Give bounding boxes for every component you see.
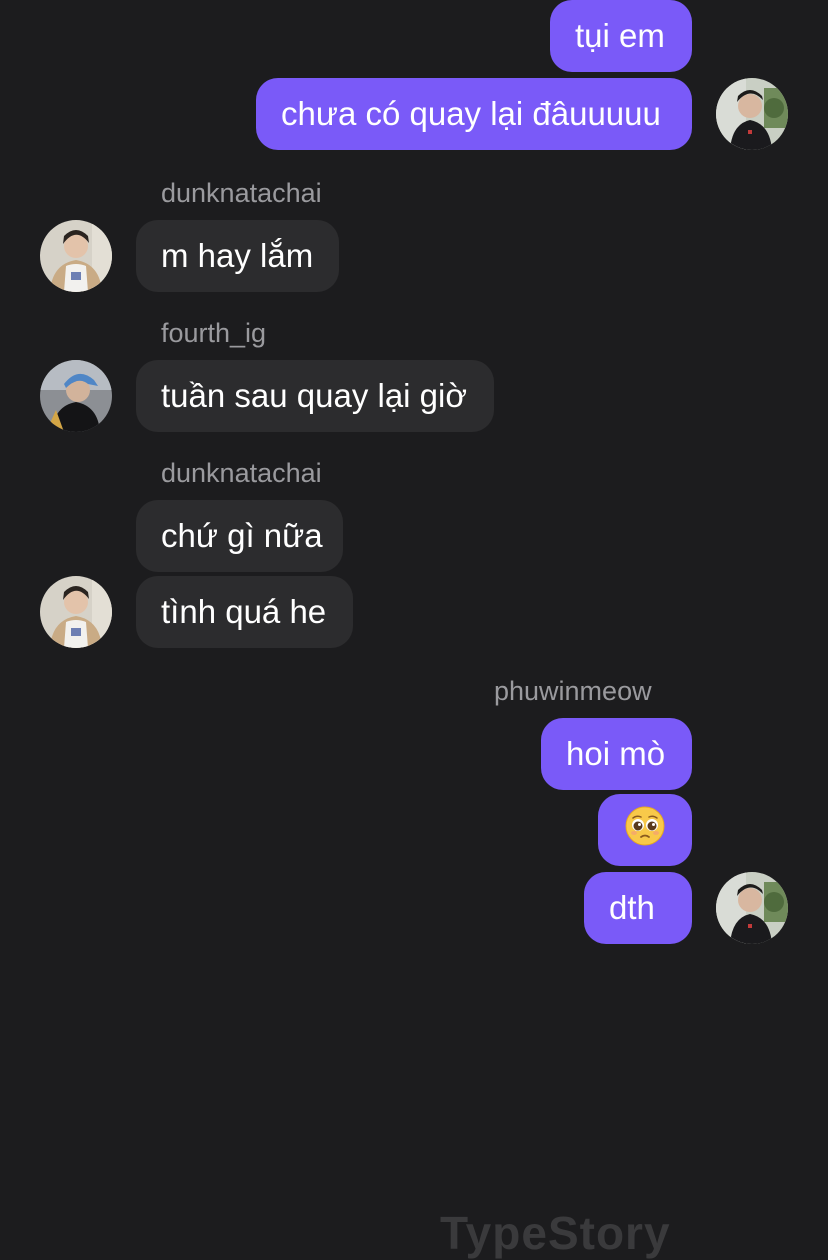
message-bubble-outgoing[interactable]: hoi mò bbox=[541, 718, 692, 790]
message-bubble-incoming[interactable]: chứ gì nữa bbox=[136, 500, 343, 572]
watermark: TypeStory bbox=[440, 1207, 671, 1259]
message-text: m hay lắm bbox=[161, 237, 314, 274]
pleading-face-emoji-icon bbox=[625, 806, 665, 854]
avatar-dunknatachai-icon[interactable] bbox=[40, 576, 112, 648]
sender-name: dunknatachai bbox=[161, 178, 322, 208]
avatar-fourth-ig-icon[interactable] bbox=[40, 360, 112, 432]
avatar-phuwinmeow-icon[interactable] bbox=[716, 872, 788, 944]
sender-name: phuwinmeow bbox=[494, 676, 652, 706]
sender-name: fourth_ig bbox=[161, 318, 267, 348]
message-text: tuần sau quay lại giờ bbox=[161, 377, 468, 414]
message-bubble-incoming[interactable]: tình quá he bbox=[136, 576, 353, 648]
message-text: chưa có quay lại đâuuuuu bbox=[281, 95, 661, 132]
message-text: tụi em bbox=[575, 17, 665, 54]
message-bubble-outgoing[interactable]: tụi em bbox=[550, 0, 692, 72]
message-text: dth bbox=[609, 889, 655, 926]
avatar-phuwinmeow-icon[interactable] bbox=[716, 78, 788, 150]
message-text: tình quá he bbox=[161, 593, 327, 630]
message-bubble-outgoing[interactable] bbox=[598, 794, 692, 866]
avatar-dunknatachai-icon[interactable] bbox=[40, 220, 112, 292]
message-text: hoi mò bbox=[566, 735, 666, 772]
message-bubble-outgoing[interactable]: chưa có quay lại đâuuuuu bbox=[256, 78, 692, 150]
message-bubble-outgoing[interactable]: dth bbox=[584, 872, 692, 944]
sender-name: dunknatachai bbox=[161, 458, 322, 488]
message-bubble-incoming[interactable]: m hay lắm bbox=[136, 220, 339, 292]
message-text: chứ gì nữa bbox=[161, 517, 323, 554]
message-bubble-incoming[interactable]: tuần sau quay lại giờ bbox=[136, 360, 494, 432]
